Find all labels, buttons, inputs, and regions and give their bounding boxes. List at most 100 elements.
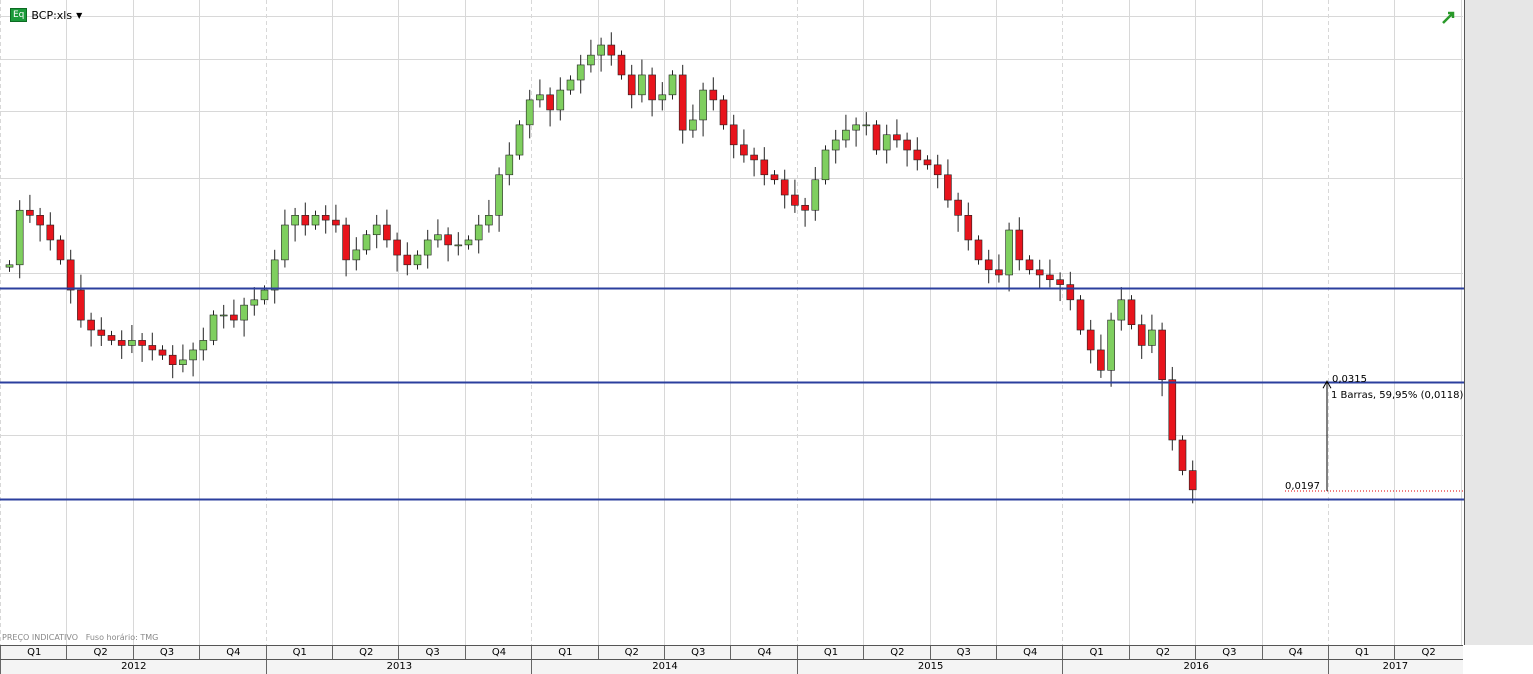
candle-down [607, 44, 616, 56]
candle-up [699, 89, 707, 121]
candlestick-chart[interactable]: 0,15000,12500,10000,07500,05000,02500,04… [0, 0, 1533, 674]
candle-down [230, 314, 238, 321]
candle-down [903, 139, 911, 151]
candle-down [1188, 470, 1197, 491]
candle-up [352, 249, 361, 261]
candle-down [321, 215, 330, 221]
candle-down [740, 144, 748, 156]
candle-up [250, 299, 259, 306]
candle-up [474, 224, 483, 241]
candle-down [1168, 379, 1177, 441]
candle-down [729, 124, 738, 146]
candle-down [760, 159, 769, 176]
candle-down [87, 319, 95, 331]
candle-up [668, 74, 677, 96]
candle-down [546, 94, 554, 111]
quarter-label: Q1 [265, 646, 333, 660]
candle-down [77, 289, 85, 321]
symbol-label: BCP:xls [31, 8, 73, 22]
candle-up [852, 124, 860, 131]
quarter-label: Q1 [796, 646, 864, 660]
symbol-selector[interactable]: Eq BCP:xls ▼ [10, 8, 82, 22]
candle-down [1076, 299, 1085, 331]
candle-down [780, 179, 789, 196]
candle-up [5, 264, 14, 268]
candle-up [556, 89, 565, 111]
candle-down [964, 215, 973, 241]
candle-down [770, 174, 779, 181]
candle-down [1056, 279, 1064, 285]
quarter-axis: Q1 Q2 Q3 Q4 Q1 Q2 Q3 Q4 Q1 Q2 Q3 Q4 Q1 Q2 Q3 Q4 Q1 Q2 Q3 Q4… [0, 645, 1463, 660]
quarter-label: Q2 [863, 646, 930, 660]
candle-down [168, 354, 177, 366]
candle-down [1097, 349, 1105, 371]
candle-up [576, 64, 585, 81]
candle-down [403, 254, 412, 266]
candle-up [240, 304, 248, 321]
candle-up [862, 124, 871, 127]
candle-up [1148, 329, 1156, 346]
candle-up [15, 209, 24, 266]
candle-up [413, 254, 422, 266]
candle-down [107, 335, 116, 341]
candle-down [1178, 439, 1187, 471]
candle-up [423, 239, 432, 256]
candle-up [515, 124, 524, 156]
quarter-label: Q3 [929, 646, 997, 660]
candle-down [954, 199, 962, 216]
quarter-label: Q2 [66, 646, 133, 660]
candle-up [658, 94, 667, 101]
candle-up [199, 340, 208, 351]
candle-down [719, 99, 728, 126]
candle-up [209, 314, 218, 341]
quarter-label: Q3 [398, 646, 465, 660]
candle-down [893, 134, 901, 141]
candle-up [831, 139, 840, 151]
candle-up [587, 54, 595, 66]
candle-up [1005, 229, 1013, 276]
quarter-label: Q1 [1062, 646, 1129, 660]
quarter-label: Q1 [1328, 646, 1395, 660]
price-axis[interactable] [1464, 0, 1533, 645]
candle-down [1158, 329, 1166, 381]
candle-down [944, 174, 952, 201]
candle-down [648, 74, 656, 101]
price-note: PREÇO INDICATIVO [2, 633, 79, 642]
candle-up [311, 215, 320, 226]
candle-down [984, 259, 993, 271]
candle-up [689, 119, 697, 131]
candle-down [383, 224, 391, 241]
year-axis: 2012 2013 2014 2015 2016 2017 [0, 659, 1463, 674]
candle-down [158, 349, 167, 356]
candle-down [56, 239, 65, 261]
quarter-label: Q4 [1261, 646, 1329, 660]
candle-down [627, 74, 636, 96]
candle-down [1015, 229, 1024, 261]
dropdown-icon: ▼ [76, 10, 83, 20]
candle-down [1127, 299, 1136, 326]
quarter-label: Q2 [1394, 646, 1461, 660]
candle-down [1066, 284, 1075, 301]
candle-up [566, 79, 575, 91]
candle-up [260, 289, 269, 301]
candle-down [342, 224, 350, 261]
quarter-label: Q2 [597, 646, 665, 660]
year-label: 2016 [1062, 660, 1329, 674]
candle-up [281, 224, 289, 261]
measure-text: 1 Barras, 59,95% (0,0118) [1331, 390, 1463, 401]
candle-down [913, 149, 922, 161]
quarter-label: Q4 [199, 646, 266, 660]
candle-down [995, 269, 1003, 276]
candle-up [495, 174, 503, 216]
candle-down [138, 340, 146, 346]
candle-down [66, 259, 75, 291]
candle-up [219, 314, 228, 317]
candle-up [454, 244, 463, 247]
candle-down [97, 329, 106, 336]
candle-up [362, 234, 371, 251]
candle-down [678, 74, 687, 131]
measure-start-label: 0,0197 [1285, 481, 1320, 492]
candle-down [872, 124, 881, 151]
candle-up [434, 234, 442, 241]
candle-up [1107, 319, 1115, 371]
